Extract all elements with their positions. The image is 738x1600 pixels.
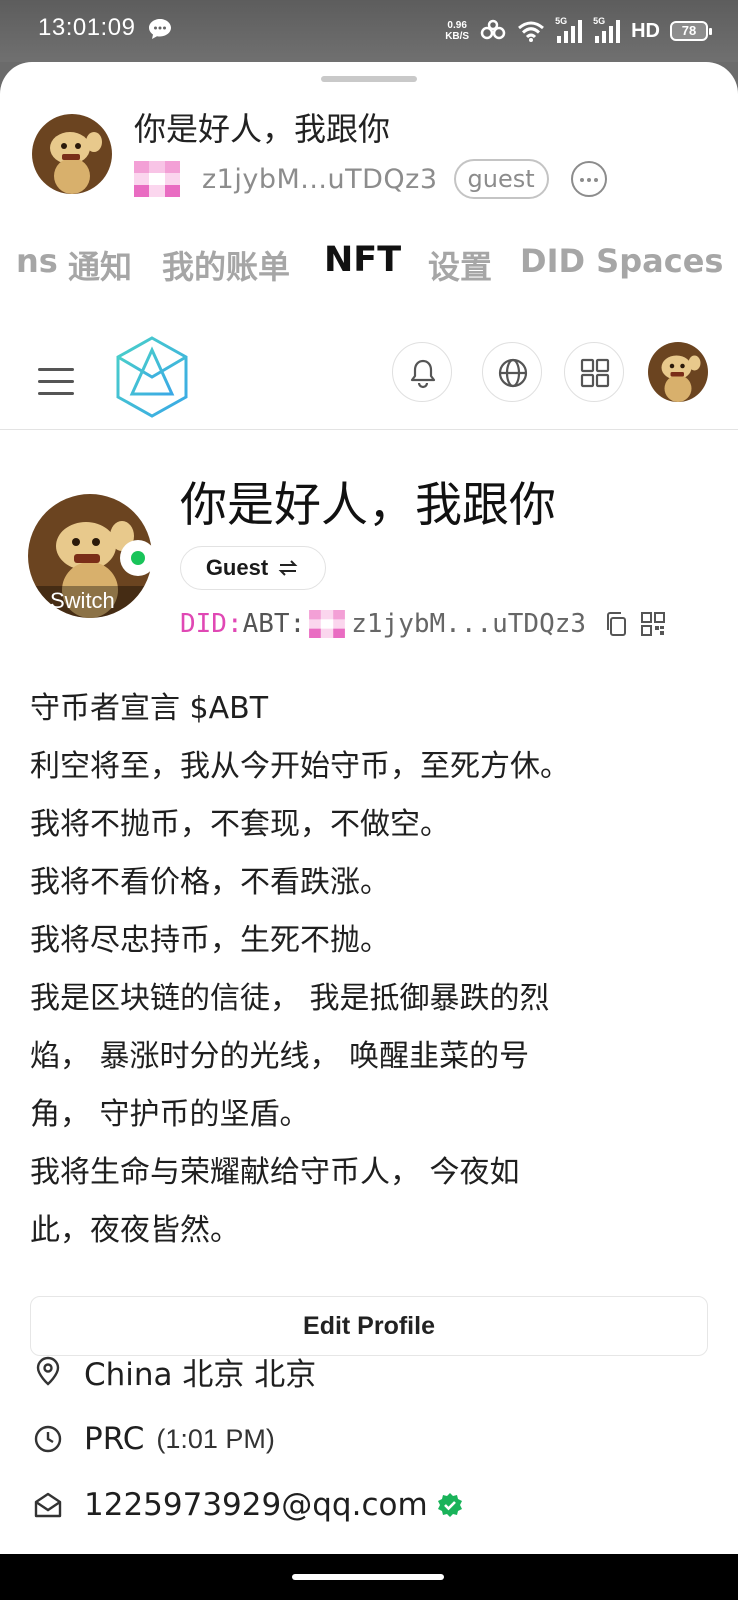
account-sheet: 你是好人，我跟你 z1jybM...uTDQz3 guest ns 通知 我的账… [0, 62, 738, 1554]
sheet-drag-handle[interactable] [321, 76, 417, 82]
profile-did-row: DID: ABT: z1jybM...uTDQz3 [180, 602, 666, 646]
home-gesture-handle[interactable] [292, 1574, 444, 1580]
hd-indicator: HD [631, 19, 660, 42]
tab-did-spaces[interactable]: DID Spaces [520, 242, 723, 280]
tab-notifications-partial[interactable]: ns [16, 242, 58, 280]
notifications-button[interactable] [392, 342, 452, 402]
header-name: 你是好人，我跟你 [134, 110, 391, 148]
tab-nft[interactable]: NFT [324, 242, 401, 280]
local-time-text: (1:01 PM) [156, 1423, 275, 1454]
timezone-row: PRC (1:01 PM) [32, 1416, 275, 1462]
apps-button[interactable] [564, 342, 624, 402]
bell-icon [410, 359, 436, 389]
net-speed: 0.96 KB/S [445, 20, 469, 42]
signal-1: 5G [555, 16, 583, 44]
verified-badge-icon [437, 1493, 462, 1517]
header-avatar[interactable] [32, 114, 112, 194]
edit-profile-button[interactable]: Edit Profile [30, 1296, 708, 1356]
battery-icon: 78 [670, 21, 712, 41]
more-options-button[interactable] [570, 161, 607, 197]
role-switch-chip[interactable]: Guest [180, 546, 326, 590]
bio-line: 我将生命与荣耀献给守币人， 今夜如 [30, 1155, 520, 1190]
bio-line: 利空将至，我从今开始守币，至死方休。 [30, 749, 570, 784]
location-row: China 北京 北京 [32, 1348, 316, 1394]
bio-line: 角， 守护币的坚盾。 [30, 1097, 310, 1132]
did-prefix: DID: [180, 609, 243, 639]
swap-arrows-icon [278, 560, 298, 576]
bio-line: 此，夜夜皆然。 [30, 1213, 240, 1248]
message-bubble-icon [149, 19, 171, 39]
qrcode-icon[interactable] [640, 611, 666, 637]
header-did-row: z1jybM...uTDQz3 guest [134, 158, 607, 200]
tab-notifications[interactable]: 通知 [68, 242, 132, 288]
status-time: 13:01:09 [38, 14, 136, 41]
email-text[interactable]: 1225973929@qq.com [84, 1487, 428, 1523]
bio-line: 我将不抛币，不套现，不做空。 [30, 807, 450, 842]
signal-1-label: 5G [555, 16, 568, 26]
tab-settings[interactable]: 设置 [428, 242, 492, 288]
language-button[interactable] [482, 342, 542, 402]
bio-line: 焰， 暴涨时分的光线， 唤醒韭菜的号 [30, 1039, 530, 1074]
bio-line: 我将不看价格，不看跌涨。 [30, 865, 390, 900]
tab-my-bills[interactable]: 我的账单 [162, 242, 290, 288]
wifi-icon [518, 21, 545, 42]
net-speed-value: 0.96 [447, 20, 467, 31]
did-method: ABT: [242, 609, 306, 639]
location-pin-icon [36, 1356, 60, 1386]
location-text: China 北京 北京 [84, 1356, 317, 1393]
bio-line: 我是区块链的信徒， 我是抵御暴跌的烈 [30, 981, 550, 1016]
copy-icon[interactable] [604, 611, 628, 637]
signal-2-label: 5G [593, 16, 606, 26]
hotspot-icon [480, 19, 506, 40]
status-icons: 0.96 KB/S 5G 5G HD 78 [445, 16, 712, 46]
profile-tabs: ns 通知 我的账单 NFT 设置 DID Spaces [0, 242, 738, 292]
did-avatar-icon [309, 610, 346, 638]
profile-name: 你是好人，我跟你 [180, 478, 556, 533]
signal-2: 5G [593, 16, 621, 44]
menu-icon[interactable] [38, 368, 74, 396]
did-avatar-icon [134, 161, 180, 197]
role-chip-label: Guest [205, 555, 269, 580]
clock-icon [34, 1425, 62, 1453]
timezone-text: PRC [84, 1421, 145, 1457]
arcblock-logo-icon [116, 336, 188, 418]
header-did: z1jybM...uTDQz3 [202, 163, 438, 195]
header-role-badge: guest [453, 159, 549, 199]
email-row: 1225973929@qq.com [32, 1482, 464, 1528]
status-bar: 13:01:09 0.96 KB/S 5G 5G HD 78 [0, 0, 738, 62]
bio-line: 我将尽忠持币，生死不抛。 [30, 923, 390, 958]
switch-avatar-label[interactable]: Switch [50, 588, 115, 614]
globe-icon [498, 358, 528, 388]
app-bar [0, 334, 738, 430]
apps-grid-icon [580, 358, 610, 388]
system-nav-bar [0, 1554, 738, 1600]
online-status-dot [120, 540, 156, 576]
did-address: z1jybM...uTDQz3 [351, 609, 587, 639]
profile-bio: 守币者宣言 $ABT 利空将至，我从今开始守币，至死方休。 我将不抛币，不套现，… [30, 680, 680, 1260]
user-avatar[interactable] [648, 342, 708, 402]
mail-open-icon [34, 1492, 62, 1518]
net-speed-unit: KB/S [445, 31, 470, 42]
bio-line: 守币者宣言 $ABT [30, 691, 269, 726]
